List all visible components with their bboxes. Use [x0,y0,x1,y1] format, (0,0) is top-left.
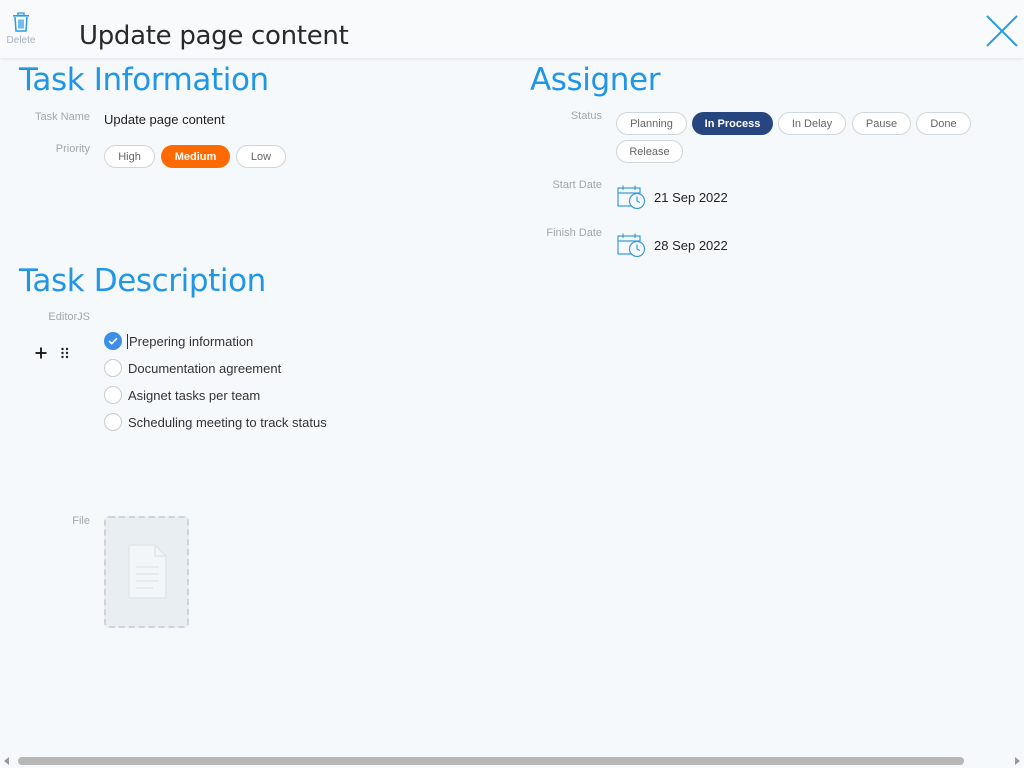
status-in-delay-option[interactable]: In Delay [778,112,846,135]
checklist-item: Documentation agreement [104,358,281,378]
status-release-option[interactable]: Release [616,140,683,163]
status-label: Status [570,110,602,122]
checklist-item: Prepering information [104,331,253,351]
priority-medium-option[interactable]: Medium [161,145,230,168]
task-description-heading: Task Description [19,263,266,299]
status-in-process-option[interactable]: In Process [692,112,773,135]
modal-header: Delete Update page content [0,0,1024,58]
finish-date-label: Finish Date [546,227,602,239]
status-pause-option[interactable]: Pause [852,112,911,135]
checkbox-unchecked[interactable] [104,386,122,404]
document-icon [127,544,167,599]
status-done-option[interactable]: Done [916,112,971,135]
task-name-label: Task Name [34,111,90,123]
checklist-item: Asignet tasks per team [104,385,260,405]
start-date-picker[interactable]: 21 Sep 2022 [617,184,728,211]
checklist-item-text[interactable]: Scheduling meeting to track status [128,415,327,430]
plus-icon[interactable] [34,346,48,360]
checkbox-unchecked[interactable] [104,413,122,431]
finish-date-value: 28 Sep 2022 [654,238,728,253]
checkbox-unchecked[interactable] [104,359,122,377]
editor-toolbar [34,346,70,360]
status-planning-option[interactable]: Planning [616,112,687,135]
trash-icon [13,12,29,32]
file-label: File [72,515,90,527]
scroll-left-icon[interactable] [2,756,12,766]
calendar-clock-icon [617,185,646,210]
page-title: Update page content [79,21,349,51]
close-button[interactable] [985,14,1019,48]
task-information-heading: Task Information [19,62,269,98]
task-name-value[interactable]: Update page content [104,112,225,127]
priority-low-option[interactable]: Low [236,145,286,168]
start-date-value: 21 Sep 2022 [654,190,728,205]
file-upload-dropzone[interactable] [104,516,189,628]
editor-label: EditorJS [48,311,90,323]
scroll-right-icon[interactable] [1012,756,1022,766]
calendar-clock-icon [617,233,646,258]
priority-label: Priority [55,143,90,155]
horizontal-scrollbar[interactable] [0,755,1024,768]
drag-handle-icon[interactable] [60,347,70,359]
start-date-label: Start Date [552,179,602,191]
delete-label: Delete [6,35,36,46]
priority-high-option[interactable]: High [104,145,155,168]
checkmark-icon [108,337,118,345]
checklist-item: Scheduling meeting to track status [104,412,327,432]
checkbox-checked[interactable] [104,332,122,350]
delete-button[interactable]: Delete [4,12,38,50]
finish-date-picker[interactable]: 28 Sep 2022 [617,232,728,259]
close-icon [986,15,1018,47]
assigner-heading: Assigner [530,62,661,98]
checklist-item-text[interactable]: Documentation agreement [128,361,281,376]
checklist-item-text[interactable]: Prepering information [127,333,253,349]
scrollbar-thumb[interactable] [18,757,964,765]
checklist-item-text[interactable]: Asignet tasks per team [128,388,260,403]
